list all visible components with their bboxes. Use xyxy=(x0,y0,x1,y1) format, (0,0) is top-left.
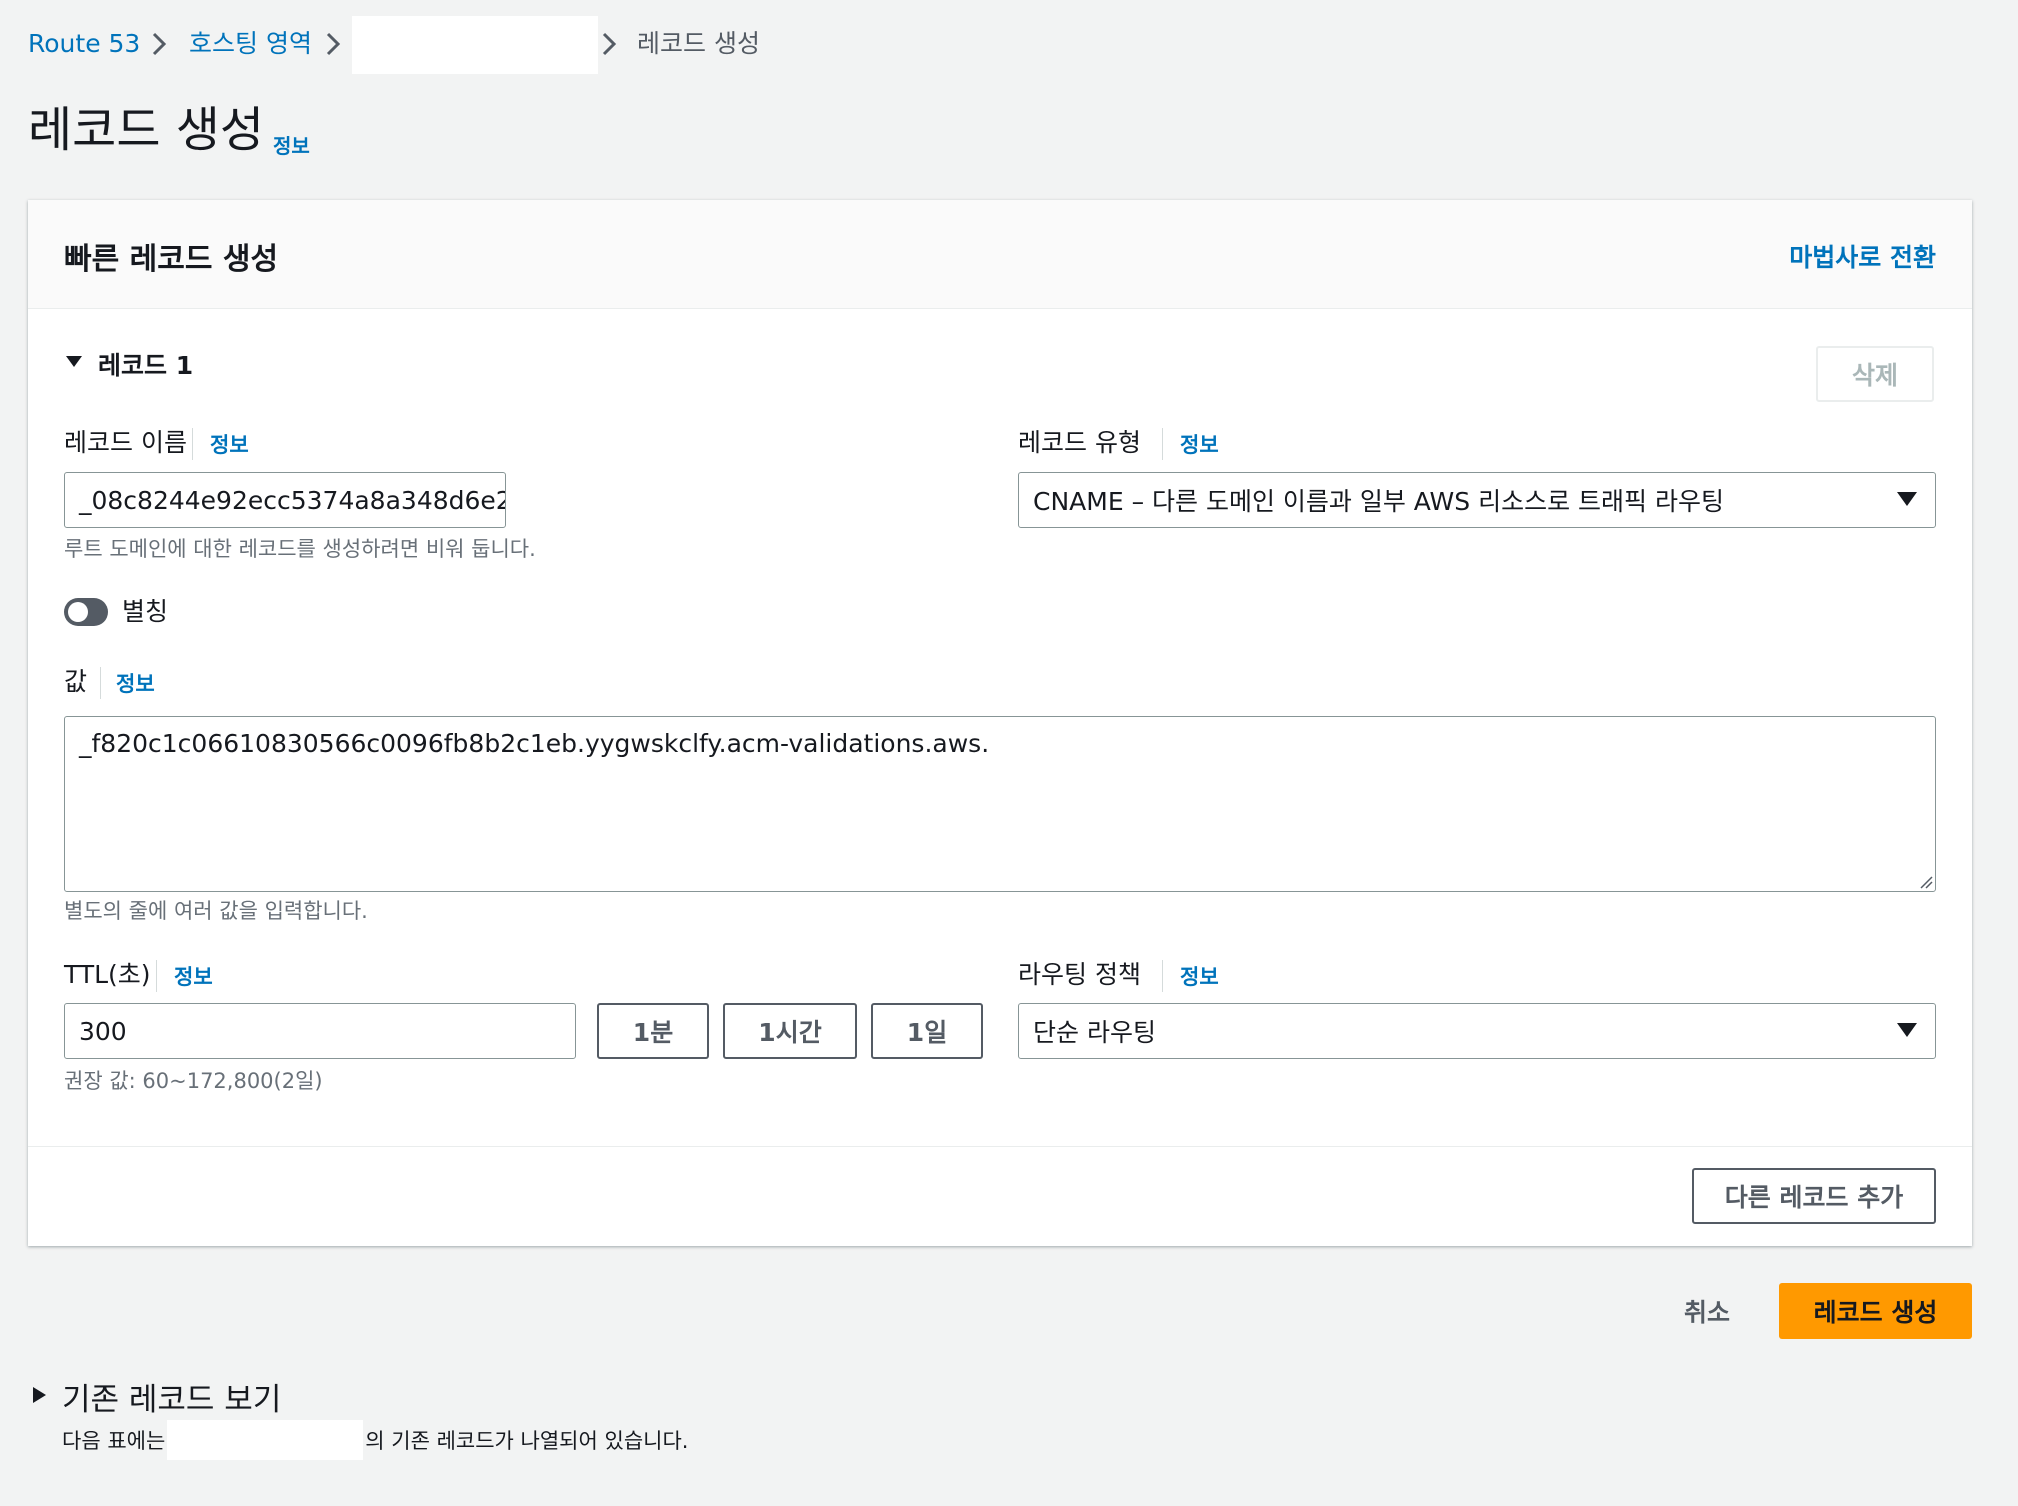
existing-records-title[interactable]: 기존 레코드 보기 xyxy=(62,1374,281,1419)
record-type-info-link[interactable]: 정보 xyxy=(1163,428,1219,462)
routing-policy-select[interactable]: 단순 라우팅 xyxy=(1018,1003,1936,1059)
record-name-info-link[interactable]: 정보 xyxy=(210,428,249,462)
alias-toggle[interactable] xyxy=(64,598,108,626)
ttl-1day-button[interactable]: 1일 xyxy=(871,1003,983,1059)
chevron-right-icon xyxy=(602,32,617,56)
routing-policy-label: 라우팅 정책 xyxy=(1018,960,1141,989)
panel-footer-divider xyxy=(28,1146,1972,1147)
record-section-label: 레코드 1 xyxy=(98,351,194,380)
panel-title: 빠른 레코드 생성 xyxy=(64,242,279,277)
toggle-knob xyxy=(68,602,88,622)
ttl-info-link[interactable]: 정보 xyxy=(174,960,213,994)
record-type-value: CNAME – 다른 도메인 이름과 일부 AWS 리소스로 트래픽 라우팅 xyxy=(1033,487,1724,516)
cancel-button[interactable]: 취소 xyxy=(1684,1293,1730,1329)
existing-records-description: 다음 표에는 의 기존 레코드가 나열되어 있습니다. xyxy=(62,1420,688,1460)
chevron-right-icon xyxy=(326,32,341,56)
existing-desc-suffix: 의 기존 레코드가 나열되어 있습니다. xyxy=(365,1429,689,1453)
existing-desc-prefix: 다음 표에는 xyxy=(62,1429,166,1453)
ttl-input[interactable]: 300 xyxy=(64,1003,576,1059)
record-name-label: 레코드 이름 xyxy=(64,428,187,457)
value-info-link[interactable]: 정보 xyxy=(116,667,155,701)
resize-handle-icon[interactable] xyxy=(1917,873,1933,889)
record-name-input[interactable]: _08c8244e92ecc5374a8a348d6e27 xyxy=(64,472,506,528)
breadcrumb-current: 레코드 생성 xyxy=(637,29,760,58)
routing-policy-value: 단순 라우팅 xyxy=(1033,1018,1156,1047)
create-record-button[interactable]: 레코드 생성 xyxy=(1779,1283,1972,1339)
caret-right-icon[interactable] xyxy=(30,1385,48,1405)
ttl-1min-button[interactable]: 1분 xyxy=(597,1003,709,1059)
record-type-label: 레코드 유형 xyxy=(1018,428,1141,457)
page-info-link[interactable]: 정보 xyxy=(273,130,310,159)
breadcrumb-hosted-zones[interactable]: 호스팅 영역 xyxy=(189,27,312,61)
dropdown-caret-icon xyxy=(1897,492,1917,506)
value-text: _f820c1c06610830566c0096fb8b2c1eb.yygwsk… xyxy=(79,729,990,758)
divider xyxy=(156,960,157,992)
caret-down-icon[interactable] xyxy=(64,352,84,372)
record-type-select[interactable]: CNAME – 다른 도메인 이름과 일부 AWS 리소스로 트래픽 라우팅 xyxy=(1018,472,1936,528)
page-title-text: 레코드 생성 xyxy=(28,102,265,158)
divider xyxy=(100,667,101,699)
quick-create-panel: 빠른 레코드 생성 마법사로 전환 레코드 1 삭제 레코드 이름 정보 _08… xyxy=(28,200,1972,1246)
dropdown-caret-icon xyxy=(1897,1023,1917,1037)
add-record-button[interactable]: 다른 레코드 추가 xyxy=(1692,1168,1936,1224)
page-title: 레코드 생성 xyxy=(28,98,264,162)
ttl-label: TTL(초) xyxy=(64,960,151,989)
record-name-hint: 루트 도메인에 대한 레코드를 생성하려면 비워 둡니다. xyxy=(64,537,536,561)
switch-to-wizard-link[interactable]: 마법사로 전환 xyxy=(1789,238,1936,274)
value-textarea[interactable]: _f820c1c06610830566c0096fb8b2c1eb.yygwsk… xyxy=(64,716,1936,892)
divider xyxy=(192,428,193,460)
panel-header: 빠른 레코드 생성 마법사로 전환 xyxy=(28,200,1972,309)
redacted-domain xyxy=(167,1420,364,1460)
routing-policy-info-link[interactable]: 정보 xyxy=(1163,960,1219,994)
alias-label: 별칭 xyxy=(122,597,169,626)
chevron-right-icon xyxy=(152,32,167,56)
value-label: 값 xyxy=(64,667,88,696)
delete-button[interactable]: 삭제 xyxy=(1816,346,1934,402)
ttl-hint: 권장 값: 60~172,800(2일) xyxy=(64,1069,323,1093)
breadcrumb-route53[interactable]: Route 53 xyxy=(28,27,140,61)
ttl-1hour-button[interactable]: 1시간 xyxy=(723,1003,857,1059)
breadcrumb-hosted-zone-redacted[interactable] xyxy=(352,16,598,74)
value-hint: 별도의 줄에 여러 값을 입력합니다. xyxy=(64,899,368,923)
